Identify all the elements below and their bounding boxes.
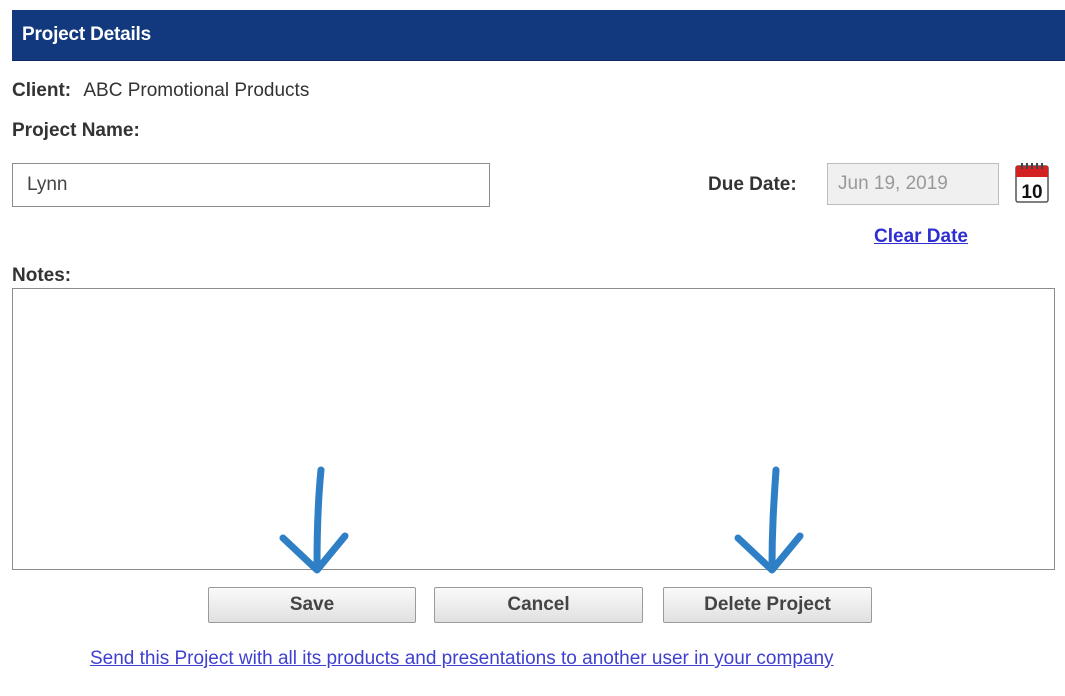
calendar-icon[interactable]: 10 xyxy=(1015,162,1049,204)
due-date-label: Due Date: xyxy=(708,174,797,195)
client-row: Client: ABC Promotional Products xyxy=(12,80,309,102)
client-value: ABC Promotional Products xyxy=(83,80,310,101)
due-date-input[interactable] xyxy=(827,163,999,205)
client-label: Client: xyxy=(12,80,72,101)
notes-label: Notes: xyxy=(12,265,72,286)
panel-title: Project Details xyxy=(22,24,151,45)
save-button[interactable]: Save xyxy=(208,587,416,623)
annotation-arrow-down-icon xyxy=(734,466,804,574)
cancel-button[interactable]: Cancel xyxy=(434,587,643,623)
clear-date-link[interactable]: Clear Date xyxy=(874,226,968,248)
delete-project-button[interactable]: Delete Project xyxy=(663,587,872,623)
notes-textarea[interactable] xyxy=(12,288,1055,570)
project-name-input[interactable] xyxy=(12,163,490,207)
annotation-arrow-down-icon xyxy=(279,466,349,574)
panel-header: Project Details xyxy=(12,10,1065,61)
project-name-label: Project Name: xyxy=(12,120,140,141)
send-project-link[interactable]: Send this Project with all its products … xyxy=(90,648,834,670)
calendar-day-number: 10 xyxy=(1021,182,1042,203)
